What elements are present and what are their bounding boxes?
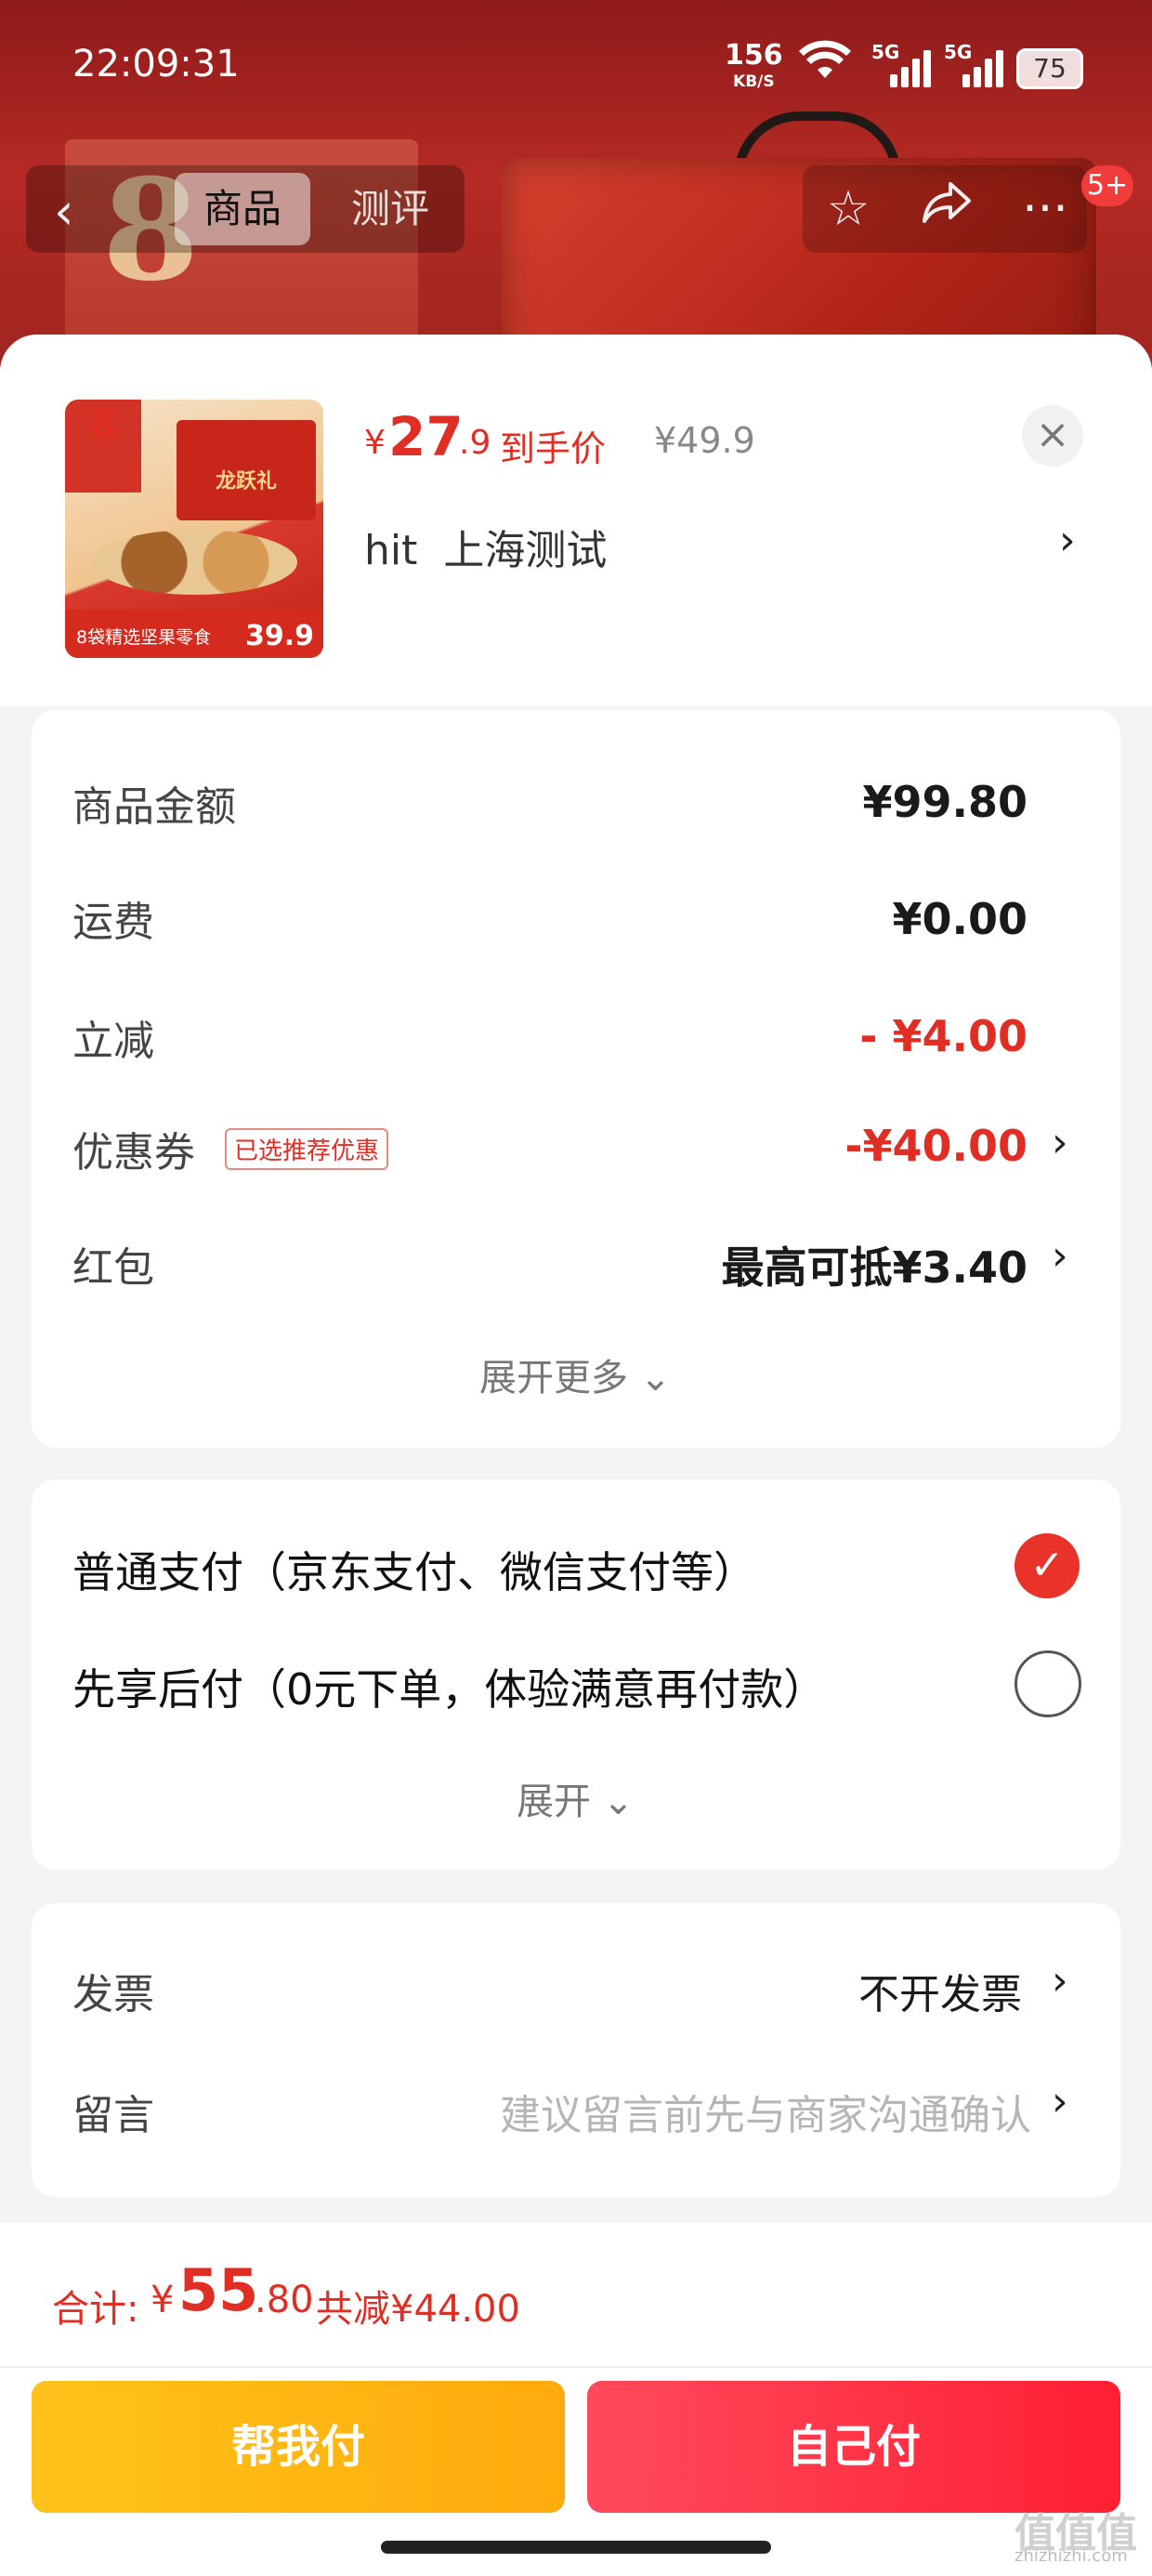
row-value-red-packet[interactable]: 最高可抵¥3.40	[721, 1234, 1028, 1295]
row-value-shipping: ¥0.00	[892, 894, 1028, 944]
chevron-down-icon: ⌄	[639, 1357, 672, 1400]
total-integer: 55	[178, 2256, 259, 2324]
chevron-right-icon: ›	[1059, 517, 1076, 564]
row-label-coupon[interactable]: 优惠券	[72, 1119, 195, 1178]
thumb-box-text: 龙跃礼	[177, 420, 316, 520]
row-value-goods-amount: ¥99.80	[862, 777, 1028, 827]
invoice-value[interactable]: 不开发票	[858, 1961, 1022, 2020]
status-time: 22:09:31	[72, 43, 240, 85]
note-label[interactable]: 留言	[72, 2082, 154, 2141]
back-icon[interactable]: ‹	[54, 182, 74, 241]
product-thumbnail[interactable]: 8 龙跃礼 8袋精选坚果零食 39.9	[65, 400, 323, 658]
share-icon[interactable]	[916, 178, 977, 240]
shop-address[interactable]: hit 上海测试	[364, 517, 607, 576]
self-pay-button[interactable]: 自己付	[587, 2381, 1120, 2513]
signal-icon	[962, 48, 1011, 87]
expand-more-button[interactable]: 展开更多 ⌄	[479, 1347, 671, 1401]
row-label-discount: 立减	[72, 1018, 154, 1065]
row-value-coupon[interactable]: -¥40.00	[844, 1121, 1028, 1171]
expand-payment-label: 展开	[517, 1781, 591, 1823]
expand-more-label: 展开更多	[479, 1357, 628, 1400]
row-label-goods-amount: 商品金额	[72, 783, 236, 831]
expand-payment-button[interactable]: 展开 ⌄	[517, 1771, 634, 1825]
thumb-nuts	[93, 530, 297, 595]
price-integer: 27	[388, 405, 464, 468]
chevron-right-icon: ›	[1052, 2078, 1068, 2125]
tab-goods[interactable]: 商品	[175, 173, 310, 245]
chevron-down-icon: ⌄	[602, 1781, 635, 1823]
wifi-icon	[797, 39, 853, 92]
pay-option-later[interactable]: 先享后付（0元下单，体验满意再付款）	[72, 1656, 826, 1717]
pay-option-normal[interactable]: 普通支付（京东支付、微信支付等）	[72, 1539, 756, 1600]
more-icon[interactable]: ···	[1015, 178, 1076, 240]
status-net-speed: 156 KB/S	[725, 42, 783, 95]
thumb-badge: 8	[65, 400, 141, 493]
total-label: 合计:	[52, 2288, 139, 2331]
thumb-label: 8袋精选坚果零食	[76, 627, 212, 648]
note-placeholder[interactable]: 建议留言前先与商家沟通确认	[500, 2082, 1031, 2141]
thumb-bottom-bar: 8袋精选坚果零食 39.9	[65, 610, 323, 658]
close-icon[interactable]: ×	[1022, 405, 1083, 467]
price-decimal: .9	[459, 424, 491, 462]
help-pay-button[interactable]: 帮我付	[32, 2381, 565, 2513]
net-speed-unit: KB/S	[733, 72, 775, 91]
price-currency: ¥	[364, 424, 386, 462]
coupon-tag: 已选推荐优惠	[225, 1128, 389, 1170]
thumb-price: 39.9	[244, 620, 314, 652]
price-tag: 到手价	[500, 428, 607, 469]
chevron-right-icon: ›	[1052, 1119, 1068, 1166]
radio-button[interactable]	[1015, 1650, 1081, 1717]
row-value-discount: - ¥4.00	[859, 1011, 1028, 1061]
tab-review[interactable]: 测评	[334, 173, 446, 245]
total-saved: 共减¥44.00	[316, 2288, 520, 2331]
net-speed-value: 156	[725, 39, 783, 72]
invoice-label[interactable]: 发票	[72, 1961, 154, 2020]
original-price: ¥49.9	[654, 420, 755, 461]
total-currency: ¥	[151, 2279, 175, 2321]
message-badge: 5+	[1081, 165, 1133, 206]
divider	[0, 2366, 1152, 2368]
chevron-right-icon: ›	[1052, 1232, 1068, 1280]
invoice-note-card	[32, 1903, 1120, 2197]
check-icon[interactable]: ✓	[1015, 1533, 1080, 1598]
row-label-shipping: 运费	[72, 899, 154, 946]
chevron-right-icon: ›	[1052, 1957, 1068, 2004]
watermark-url: zhizhizhi.com	[1015, 2546, 1128, 2566]
total-decimal: .80	[255, 2279, 314, 2321]
home-indicator[interactable]	[381, 2541, 771, 2554]
row-label-red-packet[interactable]: 红包	[72, 1234, 154, 1294]
signal-icon	[890, 48, 938, 87]
battery-icon: 75	[1016, 48, 1083, 89]
star-icon[interactable]: ☆	[818, 178, 879, 240]
